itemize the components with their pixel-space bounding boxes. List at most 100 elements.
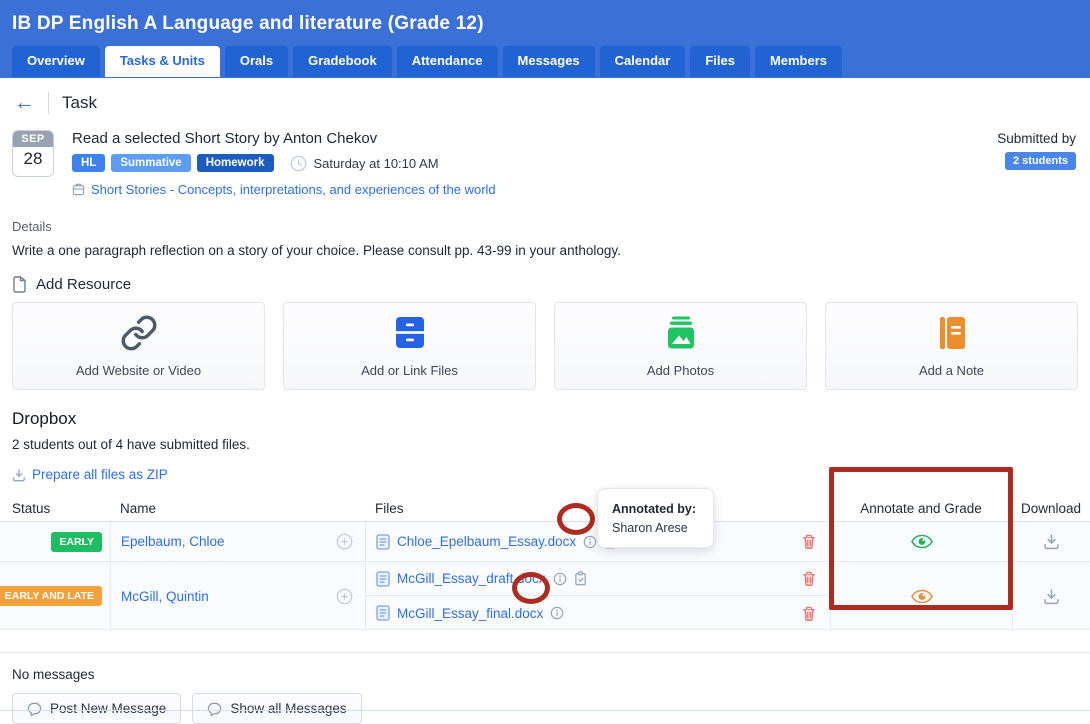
task-summary: SEP 28 Read a selected Short Story by An… <box>12 130 1076 197</box>
post-new-message-button[interactable]: Post New Message <box>12 693 181 724</box>
status-badge-early-and-late: EARLY AND LATE <box>0 586 102 606</box>
name-cell: Epelbaum, Chloe <box>110 522 365 561</box>
column-header-name: Name <box>110 501 365 516</box>
speech-bubble-icon <box>27 702 42 716</box>
tab-members[interactable]: Members <box>755 46 842 77</box>
unit-link[interactable]: Short Stories - Concepts, interpretation… <box>91 182 496 197</box>
annotation-clipboard-icon[interactable] <box>574 571 587 586</box>
due-date-day: 28 <box>13 147 53 172</box>
student-name-link[interactable]: Epelbaum, Chloe <box>121 534 225 549</box>
plus-circle-icon[interactable] <box>336 588 353 605</box>
tab-orals[interactable]: Orals <box>225 46 288 77</box>
course-header: IB DP English A Language and literature … <box>0 0 1090 78</box>
show-all-messages-button[interactable]: Show all Messages <box>192 693 361 724</box>
dropbox-title: Dropbox <box>12 409 1078 429</box>
column-header-annotate: Annotate and Grade <box>830 501 1012 516</box>
details-section: Details Write a one paragraph reflection… <box>12 219 1078 258</box>
download-icon <box>12 468 26 482</box>
resource-card-label: Add a Note <box>919 363 984 378</box>
tab-attendance[interactable]: Attendance <box>397 46 498 77</box>
resource-card-label: Add Website or Video <box>76 363 201 378</box>
column-header-download: Download <box>1012 501 1090 516</box>
file-cabinet-icon <box>391 314 429 355</box>
task-badges: HL Summative Homework Saturday at 10:10 … <box>72 154 997 172</box>
info-icon[interactable] <box>550 606 564 620</box>
due-time: Saturday at 10:10 AM <box>314 156 439 171</box>
info-icon[interactable] <box>583 535 597 549</box>
info-icon[interactable] <box>553 572 567 586</box>
name-cell: McGill, Quintin <box>110 562 365 630</box>
prepare-zip-link[interactable]: Prepare all files as ZIP <box>12 467 1078 482</box>
add-website-video-card[interactable]: Add Website or Video <box>12 302 265 390</box>
file-doc-icon <box>376 605 390 621</box>
trash-icon[interactable] <box>802 606 816 621</box>
resource-card-label: Add Photos <box>647 363 714 378</box>
tab-overview[interactable]: Overview <box>12 46 100 77</box>
unit-icon <box>72 183 85 196</box>
speech-bubble-icon <box>207 702 222 716</box>
files-cell: McGill_Essay_draft.docx McGill_Essay_fin… <box>365 562 830 630</box>
dropbox-summary: 2 students out of 4 have submitted files… <box>12 437 1078 452</box>
tab-messages[interactable]: Messages <box>503 46 595 77</box>
clock-icon <box>290 155 307 172</box>
tab-calendar[interactable]: Calendar <box>600 46 686 77</box>
student-name-link[interactable]: McGill, Quintin <box>121 589 209 604</box>
due-date-month: SEP <box>13 131 53 147</box>
column-header-status: Status <box>0 501 110 516</box>
details-label: Details <box>12 219 1078 234</box>
table-row-mcgill: EARLY AND LATE McGill, Quintin McGill_Es… <box>0 562 1090 630</box>
file-line: McGill_Essay_final.docx <box>366 596 830 630</box>
add-resource-label: Add Resource <box>36 276 131 293</box>
photos-icon <box>662 314 700 355</box>
download-file-icon[interactable] <box>1043 588 1060 605</box>
badge-homework: Homework <box>197 154 274 172</box>
divider <box>0 710 1090 711</box>
download-cell <box>1012 562 1090 630</box>
task-breadcrumb-bar: ← Task <box>14 91 1090 115</box>
badge-hl: HL <box>72 154 105 172</box>
add-photos-card[interactable]: Add Photos <box>554 302 807 390</box>
task-title: Read a selected Short Story by Anton Che… <box>72 130 997 147</box>
download-file-icon[interactable] <box>1043 533 1060 550</box>
note-icon <box>935 314 969 355</box>
table-row-epelbaum: EARLY Epelbaum, Chloe Chloe_Epelbaum_Ess… <box>0 522 1090 562</box>
tab-gradebook[interactable]: Gradebook <box>293 46 392 77</box>
annotate-eye-icon[interactable] <box>911 534 933 549</box>
trash-icon[interactable] <box>802 534 816 549</box>
status-badge-early: EARLY <box>51 532 102 552</box>
tab-files[interactable]: Files <box>690 46 750 77</box>
status-cell: EARLY AND LATE <box>0 562 110 630</box>
resource-cards: Add Website or Video Add or Link Files A… <box>12 302 1078 390</box>
status-cell: EARLY <box>0 522 110 561</box>
submitted-by-label: Submitted by <box>997 131 1076 146</box>
file-doc-icon <box>376 571 390 587</box>
add-a-note-card[interactable]: Add a Note <box>825 302 1078 390</box>
tab-tasks-units[interactable]: Tasks & Units <box>105 46 220 77</box>
back-arrow-icon[interactable]: ← <box>14 93 35 113</box>
file-link[interactable]: Chloe_Epelbaum_Essay.docx <box>397 534 576 549</box>
course-title: IB DP English A Language and literature … <box>12 13 1078 35</box>
badge-summative: Summative <box>111 154 190 172</box>
dropbox-table-header: Status Name Files Annotate and Grade Dow… <box>0 495 1090 522</box>
tooltip-annotator-name: Sharon Arese <box>612 519 713 538</box>
divider <box>0 652 1090 653</box>
submitted-count-badge[interactable]: 2 students <box>1005 152 1076 170</box>
file-link[interactable]: McGill_Essay_final.docx <box>397 606 543 621</box>
plus-circle-icon[interactable] <box>336 533 353 550</box>
add-or-link-files-card[interactable]: Add or Link Files <box>283 302 536 390</box>
link-icon <box>120 314 158 355</box>
no-messages-text: No messages <box>12 667 1078 682</box>
trash-icon[interactable] <box>802 571 816 586</box>
resource-card-label: Add or Link Files <box>361 363 458 378</box>
download-cell <box>1012 522 1090 561</box>
file-line: McGill_Essay_draft.docx <box>366 562 830 596</box>
annotate-eye-icon[interactable] <box>911 589 933 604</box>
course-tabs: Overview Tasks & Units Orals Gradebook A… <box>12 46 1078 77</box>
document-icon <box>12 276 27 293</box>
annotate-cell <box>830 522 1012 561</box>
file-link[interactable]: McGill_Essay_draft.docx <box>397 571 546 586</box>
tooltip-title: Annotated by: <box>612 500 713 519</box>
annotation-tooltip: Annotated by: Sharon Arese <box>597 488 714 548</box>
divider <box>48 92 49 114</box>
annotate-cell <box>830 562 1012 630</box>
